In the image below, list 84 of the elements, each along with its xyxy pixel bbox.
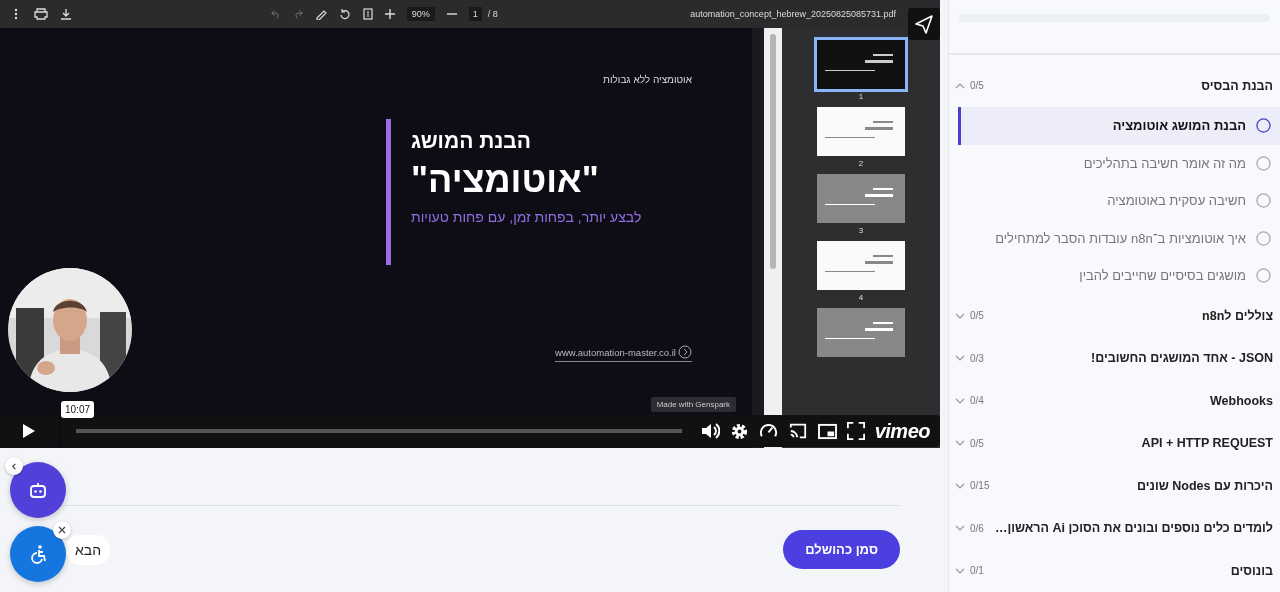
lesson-count: 0/5 bbox=[970, 80, 984, 92]
slide-title: "אוטומציה" bbox=[411, 159, 599, 201]
chatbot-button[interactable] bbox=[10, 462, 66, 518]
circle-icon bbox=[1256, 118, 1271, 134]
section-title[interactable]: JSON - אחד המושגים החשובים! bbox=[1091, 351, 1273, 366]
page-number: 4 bbox=[858, 293, 864, 302]
volume-icon[interactable] bbox=[699, 421, 720, 441]
slide-tagline: אוטומציה ללא גבולות bbox=[603, 74, 692, 85]
file-name: automation_concept_hebrew_20250825085731.pdf bbox=[690, 9, 896, 19]
lesson-count: 0/6 bbox=[970, 522, 984, 534]
chevron-icon[interactable] bbox=[955, 397, 965, 404]
chevron-icon[interactable] bbox=[955, 567, 965, 574]
send-icon[interactable] bbox=[908, 8, 940, 40]
lesson-count: 0/3 bbox=[970, 352, 984, 364]
pip-icon[interactable] bbox=[817, 422, 837, 440]
scrollbar[interactable] bbox=[764, 28, 782, 448]
chevron-icon[interactable] bbox=[955, 440, 965, 447]
print-icon[interactable] bbox=[34, 8, 48, 20]
lesson-item[interactable]: מה זה אומר חשיבה בתהליכים bbox=[958, 144, 1280, 182]
section-title[interactable]: צוללים לn8n bbox=[1202, 308, 1273, 323]
circle-icon bbox=[1256, 230, 1271, 246]
zoom-field[interactable]: 90% bbox=[406, 7, 435, 21]
circle-icon bbox=[1256, 268, 1271, 284]
next-button[interactable]: הבא bbox=[66, 534, 111, 565]
lesson-count: 0/4 bbox=[970, 395, 984, 407]
section-title[interactable]: היכרות עם Nodes שונים bbox=[1137, 478, 1273, 493]
section-title[interactable]: הבנת הבסיס bbox=[1201, 78, 1273, 93]
genspark-badge: Made with Genspark bbox=[650, 397, 736, 412]
pen-icon[interactable] bbox=[314, 8, 327, 20]
accessibility-button[interactable] bbox=[10, 526, 66, 582]
slide-url: www.automation-master.co.il bbox=[555, 346, 676, 358]
page-number: 1 bbox=[858, 92, 864, 101]
chevron-icon[interactable] bbox=[955, 312, 965, 319]
rotate-icon[interactable] bbox=[338, 8, 351, 20]
page-thumbnail[interactable] bbox=[817, 308, 905, 357]
accessibility-icon bbox=[28, 544, 48, 564]
cast-icon[interactable] bbox=[787, 422, 808, 440]
redo-icon[interactable] bbox=[292, 9, 303, 19]
lesson-item[interactable]: חשיבה עסקית באוטומציה bbox=[958, 182, 1280, 220]
page-thumbnail[interactable] bbox=[817, 107, 905, 156]
download-icon[interactable] bbox=[60, 8, 72, 20]
lesson-count: 0/5 bbox=[970, 310, 984, 322]
section-title[interactable]: בונוסים bbox=[1230, 563, 1273, 578]
slide-heading: הבנת המושג bbox=[411, 129, 531, 153]
chevron-icon[interactable] bbox=[955, 482, 965, 489]
close-icon bbox=[58, 526, 66, 534]
time-tooltip: 10:07 bbox=[61, 401, 95, 418]
vimeo-logo[interactable]: vimeo bbox=[874, 419, 930, 443]
section-title[interactable]: לומדים כלים נוספים ובונים את הסוכן Ai הראשון… bbox=[994, 521, 1273, 536]
lesson-item[interactable]: הבנת המושג אוטומציה bbox=[958, 107, 1280, 145]
page-number: 3 bbox=[858, 226, 864, 235]
circle-icon bbox=[1256, 155, 1271, 171]
lesson-item[interactable]: מושגים בסיסיים שחייבים להבין bbox=[958, 257, 1280, 295]
fit-page-icon[interactable] bbox=[362, 8, 373, 20]
play-button[interactable] bbox=[0, 415, 58, 447]
lesson-count: 0/15 bbox=[970, 480, 990, 492]
page-thumbnail[interactable] bbox=[817, 40, 905, 89]
arrow-circle-icon bbox=[678, 345, 692, 359]
slide-subtitle: לבצע יותר, בפחות זמן, עם פחות טעויות bbox=[411, 209, 642, 225]
section-title[interactable]: Webhooks bbox=[1210, 393, 1273, 408]
chevron-icon[interactable] bbox=[955, 82, 965, 89]
collapse-button[interactable] bbox=[5, 457, 23, 475]
page-number: 2 bbox=[858, 159, 864, 168]
lesson-item[interactable]: איך אוטומציות ב־n8n עובדות הסבר למתחילים bbox=[958, 219, 1280, 257]
circle-icon bbox=[1256, 193, 1271, 209]
fullscreen-icon[interactable] bbox=[846, 422, 865, 440]
page-thumbnail[interactable] bbox=[817, 174, 905, 223]
chevron-icon[interactable] bbox=[955, 355, 965, 362]
progress-track[interactable] bbox=[76, 429, 682, 433]
chevron-left-icon bbox=[10, 462, 18, 470]
robot-icon bbox=[28, 480, 48, 500]
close-button[interactable] bbox=[53, 521, 71, 539]
page-total: / 8 bbox=[487, 9, 498, 19]
section-title[interactable]: API + HTTP REQUEST bbox=[1141, 436, 1273, 451]
play-icon bbox=[22, 423, 36, 439]
zoom-in-icon[interactable] bbox=[384, 9, 395, 19]
settings-icon[interactable] bbox=[729, 421, 749, 441]
lesson-count: 0/5 bbox=[970, 437, 984, 449]
page-thumbnail[interactable] bbox=[817, 241, 905, 290]
lesson-count: 0/1 bbox=[970, 565, 984, 577]
page-field[interactable]: 1 bbox=[468, 7, 482, 21]
undo-icon[interactable] bbox=[270, 9, 281, 19]
mark-complete-button[interactable]: סמן כהושלם bbox=[783, 530, 900, 569]
chevron-icon[interactable] bbox=[955, 525, 965, 532]
